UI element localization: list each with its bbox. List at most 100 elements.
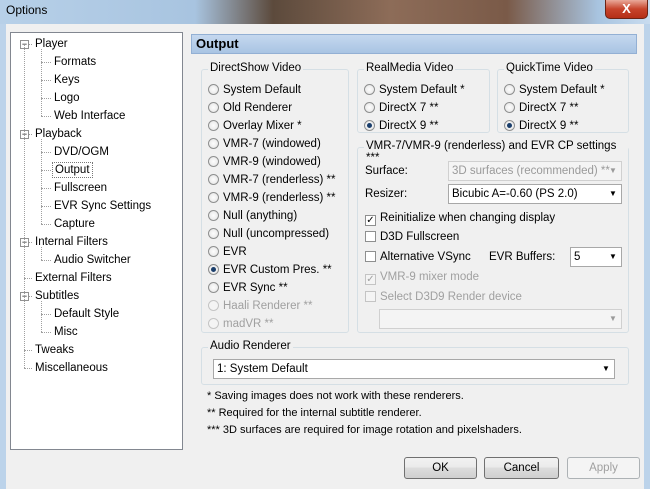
tree-item-default-style[interactable]: Default Style — [52, 306, 121, 322]
tree-item-misc[interactable]: Misc — [52, 324, 80, 340]
tree-item-subtitles[interactable]: Subtitles — [33, 288, 81, 304]
tree-item-internal-filters[interactable]: Internal Filters — [33, 234, 110, 250]
directshow-radio-evr-custom-pres[interactable]: EVR Custom Pres. ** — [208, 262, 332, 278]
tree-branch — [41, 139, 42, 224]
page-title: Output — [191, 34, 637, 54]
audio-renderer-select[interactable]: 1: System Default ▼ — [213, 359, 615, 379]
resizer-value: Bicubic A=-0.60 (PS 2.0) — [452, 188, 578, 200]
resizer-label: Resizer: — [365, 188, 408, 200]
quicktime-video-group: QuickTime Video System Default * DirectX … — [497, 62, 629, 134]
directshow-radio-system-default[interactable]: System Default — [208, 82, 301, 98]
directshow-radio-evr-sync[interactable]: EVR Sync ** — [208, 280, 288, 296]
tree-item-playback[interactable]: Playback — [33, 126, 84, 142]
d3d-fullscreen-checkbox[interactable]: D3D Fullscreen — [365, 229, 459, 245]
tree-item-evr-sync-settings[interactable]: EVR Sync Settings — [52, 198, 153, 214]
chevron-down-icon: ▼ — [609, 166, 617, 175]
directshow-radio-vmr-7-renderless[interactable]: VMR-7 (renderless) ** — [208, 172, 335, 188]
tree-connector — [41, 332, 51, 333]
chevron-down-icon: ▼ — [609, 189, 617, 198]
cancel-button[interactable]: Cancel — [484, 457, 559, 479]
tree-connector — [41, 80, 51, 81]
alternative-vsync-checkbox[interactable]: Alternative VSync — [365, 249, 471, 265]
select-d3d9-device-checkbox[interactable]: Select D3D9 Render device — [365, 289, 522, 305]
vmr9-mixer-checkbox[interactable]: ✓ VMR-9 mixer mode — [365, 269, 479, 285]
tree-item-web-interface[interactable]: Web Interface — [52, 108, 127, 124]
tree-connector — [41, 206, 51, 207]
ok-button[interactable]: OK — [404, 457, 477, 479]
radio-icon — [364, 102, 375, 113]
quicktime-radio-directx-9[interactable]: DirectX 9 ** — [504, 118, 578, 134]
radio-icon — [208, 318, 219, 329]
check-icon: ✓ — [365, 215, 376, 226]
realmedia-radio-directx-7[interactable]: DirectX 7 ** — [364, 100, 438, 116]
resizer-select[interactable]: Bicubic A=-0.60 (PS 2.0) ▼ — [448, 184, 622, 204]
radio-icon — [504, 84, 515, 95]
chevron-down-icon: ▼ — [609, 314, 617, 323]
radio-icon — [208, 192, 219, 203]
tree-item-external-filters[interactable]: External Filters — [33, 270, 114, 286]
tree-item-tweaks[interactable]: Tweaks — [33, 342, 76, 358]
radio-icon — [208, 228, 219, 239]
radio-icon — [208, 282, 219, 293]
tree-connector — [24, 350, 32, 351]
quicktime-radio-system-default[interactable]: System Default * — [504, 82, 605, 98]
radio-icon — [504, 102, 515, 113]
directshow-radio-vmr-7-windowed[interactable]: VMR-7 (windowed) — [208, 136, 321, 152]
radio-icon — [208, 246, 219, 257]
quicktime-radio-directx-7[interactable]: DirectX 7 ** — [504, 100, 578, 116]
radio-icon — [208, 156, 219, 167]
directshow-video-group: DirectShow Video System Default Old Rende… — [201, 62, 349, 333]
close-icon: X — [622, 1, 631, 16]
realmedia-radio-system-default[interactable]: System Default * — [364, 82, 465, 98]
surface-select[interactable]: 3D surfaces (recommended) ** ▼ — [448, 161, 622, 181]
tree-item-logo[interactable]: Logo — [52, 90, 82, 106]
d3d9-device-select[interactable]: ▼ — [379, 309, 622, 329]
realmedia-radio-directx-9[interactable]: DirectX 9 ** — [364, 118, 438, 134]
directshow-radio-madvr[interactable]: madVR ** — [208, 316, 274, 332]
tree-spine — [24, 45, 25, 368]
directshow-radio-overlay-mixer[interactable]: Overlay Mixer * — [208, 118, 302, 134]
radio-icon — [208, 120, 219, 131]
tree-item-audio-switcher[interactable]: Audio Switcher — [52, 252, 133, 268]
tree-item-output[interactable]: Output — [52, 162, 93, 178]
directshow-radio-evr[interactable]: EVR — [208, 244, 247, 260]
radio-icon — [208, 300, 219, 311]
realmedia-video-legend: RealMedia Video — [364, 62, 456, 74]
directshow-radio-old-renderer[interactable]: Old Renderer — [208, 100, 292, 116]
tree-connector — [41, 98, 51, 99]
radio-selected-icon — [364, 120, 375, 131]
evr-buffers-select[interactable]: 5 ▼ — [570, 247, 622, 267]
directshow-video-legend: DirectShow Video — [208, 62, 304, 74]
realmedia-video-group: RealMedia Video System Default * DirectX … — [357, 62, 490, 134]
tree-item-keys[interactable]: Keys — [52, 72, 82, 88]
close-button[interactable]: X — [605, 0, 648, 19]
tree-connector — [41, 170, 51, 171]
radio-icon — [208, 102, 219, 113]
radio-selected-icon — [208, 264, 219, 275]
radio-icon — [208, 138, 219, 149]
title-bar[interactable]: Options — [0, 0, 650, 24]
quicktime-video-legend: QuickTime Video — [504, 62, 595, 74]
note-subtitle-renderer: ** Required for the internal subtitle re… — [207, 407, 422, 419]
directshow-radio-haali-renderer[interactable]: Haali Renderer ** — [208, 298, 313, 314]
radio-icon — [208, 174, 219, 185]
directshow-radio-vmr-9-renderless[interactable]: VMR-9 (renderless) ** — [208, 190, 335, 206]
apply-button[interactable]: Apply — [567, 457, 640, 479]
tree-connector — [41, 260, 51, 261]
tree-connector — [41, 62, 51, 63]
tree-item-formats[interactable]: Formats — [52, 54, 98, 70]
evr-buffers-label: EVR Buffers: — [489, 251, 556, 263]
options-tree[interactable]: − − − − Player Formats Keys Logo Web Interface P… — [10, 32, 183, 450]
directshow-radio-vmr-9-windowed[interactable]: VMR-9 (windowed) — [208, 154, 321, 170]
tree-connector — [41, 224, 51, 225]
tree-item-fullscreen[interactable]: Fullscreen — [52, 180, 109, 196]
radio-selected-icon — [504, 120, 515, 131]
tree-item-miscellaneous[interactable]: Miscellaneous — [33, 360, 110, 376]
directshow-radio-null-anything[interactable]: Null (anything) — [208, 208, 297, 224]
tree-item-player[interactable]: Player — [33, 36, 70, 52]
reinitialize-checkbox[interactable]: ✓ Reinitialize when changing display — [365, 210, 555, 226]
tree-item-dvd-ogm[interactable]: DVD/OGM — [52, 144, 111, 160]
directshow-radio-null-uncompressed[interactable]: Null (uncompressed) — [208, 226, 329, 242]
surface-value: 3D surfaces (recommended) ** — [452, 165, 610, 177]
tree-item-capture[interactable]: Capture — [52, 216, 97, 232]
